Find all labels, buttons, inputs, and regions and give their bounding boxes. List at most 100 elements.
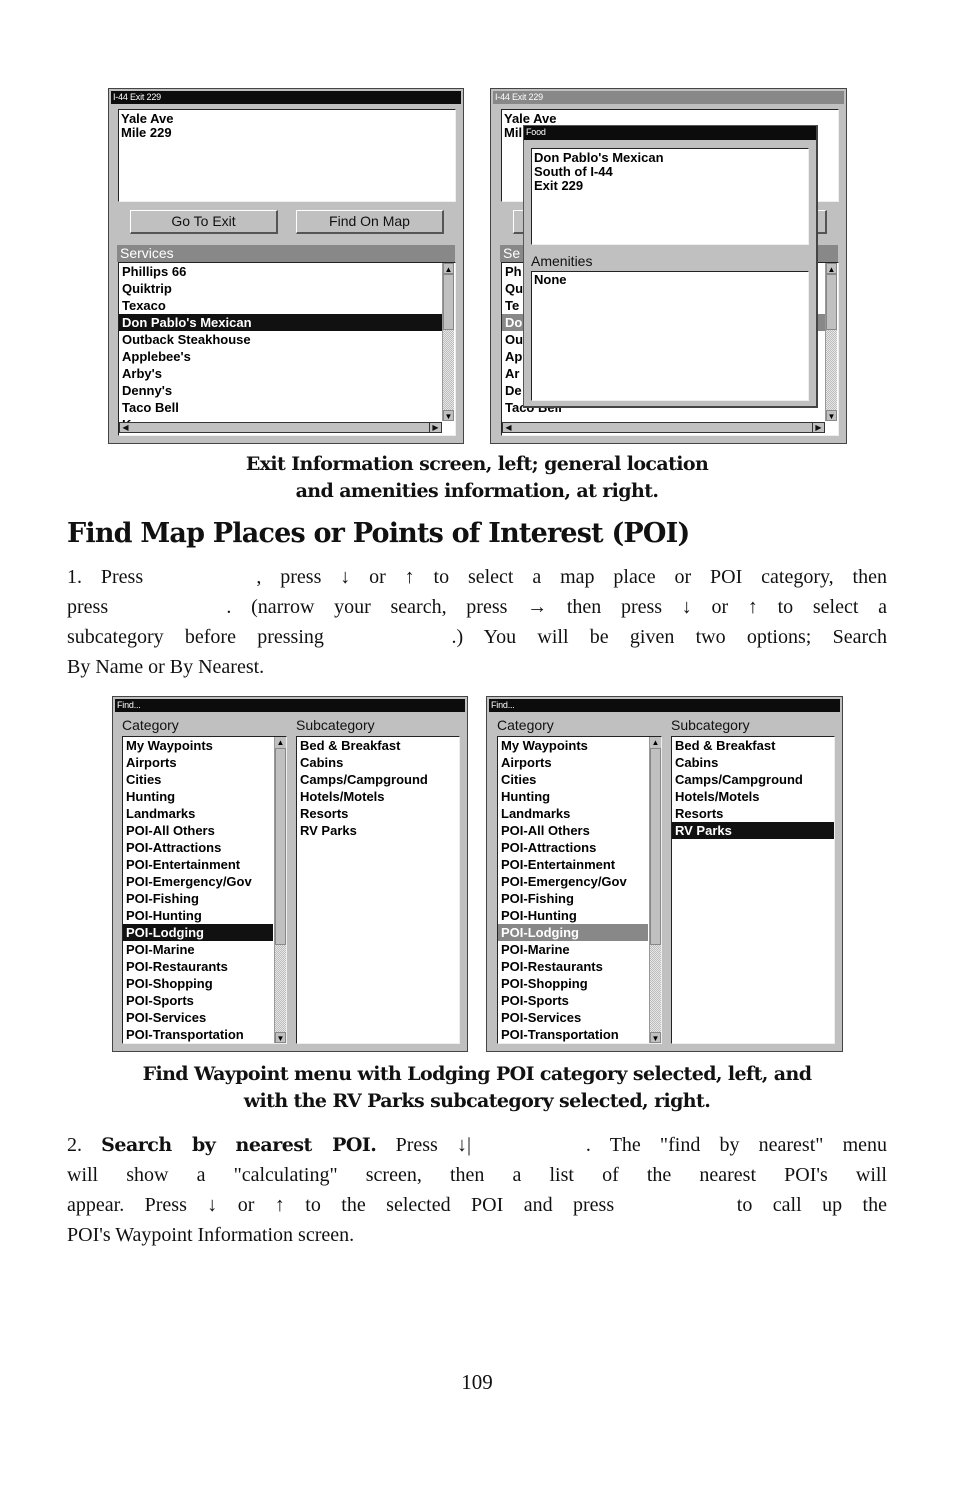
- scroll-down-icon[interactable]: ▼: [650, 1032, 661, 1043]
- caption-line: with the RV Parks subcategory selected, …: [243, 1090, 711, 1112]
- scroll-thumb[interactable]: [443, 274, 454, 330]
- list-item[interactable]: Taco Bell: [119, 399, 443, 416]
- list-item[interactable]: POI-Transportation: [123, 1026, 273, 1043]
- scroll-down-icon[interactable]: ▼: [826, 410, 837, 421]
- list-item[interactable]: Hotels/Motels: [672, 788, 834, 805]
- list-item[interactable]: Camps/Campground: [672, 771, 834, 788]
- scroll-up-icon[interactable]: ▲: [650, 737, 661, 748]
- category-list[interactable]: My Waypoints Airports Cities Hunting Landmar…: [497, 736, 662, 1044]
- window-title: I-44 Exit 229: [493, 91, 844, 104]
- list-item[interactable]: POI-Hunting: [123, 907, 273, 924]
- list-item[interactable]: Applebee's: [119, 348, 443, 365]
- find-screen-left: Find... Category Subcategory My Waypoint…: [112, 696, 468, 1052]
- list-item[interactable]: POI-Services: [123, 1009, 273, 1026]
- go-to-exit-button[interactable]: Go To Exit: [130, 210, 278, 234]
- list-item[interactable]: POI-Fishing: [498, 890, 648, 907]
- list-item[interactable]: My Waypoints: [498, 737, 648, 754]
- list-item[interactable]: Resorts: [672, 805, 834, 822]
- scroll-right-icon[interactable]: ▶: [429, 423, 441, 432]
- step-2-paragraph: 2. Search by nearest POI. Press ↓| . The…: [67, 1130, 887, 1250]
- list-item[interactable]: Denny's: [119, 382, 443, 399]
- scroll-up-icon[interactable]: ▲: [275, 737, 286, 748]
- list-item[interactable]: Cabins: [672, 754, 834, 771]
- list-item[interactable]: Landmarks: [498, 805, 648, 822]
- list-item[interactable]: RV Parks: [297, 822, 459, 839]
- list-item[interactable]: POI-Attractions: [123, 839, 273, 856]
- subcategory-list[interactable]: Bed & Breakfast Cabins Camps/Campground Hot…: [671, 736, 835, 1044]
- list-item[interactable]: POI-Lodging: [123, 924, 273, 941]
- subcategory-list[interactable]: Bed & Breakfast Cabins Camps/Campground Hot…: [296, 736, 460, 1044]
- list-item[interactable]: My Waypoints: [123, 737, 273, 754]
- list-item[interactable]: POI-Marine: [123, 941, 273, 958]
- list-item[interactable]: Hunting: [123, 788, 273, 805]
- list-item[interactable]: Texaco: [119, 297, 443, 314]
- find-on-map-button[interactable]: Find On Map: [296, 210, 444, 234]
- list-item[interactable]: POI-Shopping: [498, 975, 648, 992]
- list-item[interactable]: POI-All Others: [498, 822, 648, 839]
- list-item[interactable]: POI-Hunting: [498, 907, 648, 924]
- info-line: Yale Ave: [504, 111, 557, 126]
- list-item[interactable]: POI-Sports: [123, 992, 273, 1009]
- list-item[interactable]: POI-Lodging: [498, 924, 648, 941]
- list-item[interactable]: POI-Attractions: [498, 839, 648, 856]
- scroll-left-icon[interactable]: ◀: [120, 423, 131, 432]
- scroll-thumb[interactable]: [275, 748, 286, 945]
- list-item[interactable]: Camps/Campground: [297, 771, 459, 788]
- para-line: 1. Press , press ↓ or ↑ to select a map …: [67, 566, 887, 588]
- list-item[interactable]: Phillips 66: [119, 263, 443, 280]
- scroll-thumb[interactable]: [650, 748, 661, 945]
- list-item[interactable]: POI-Entertainment: [498, 856, 648, 873]
- scroll-left-icon[interactable]: ◀: [503, 423, 514, 432]
- list-item[interactable]: POI-Sports: [498, 992, 648, 1009]
- exit-info-screen-right: I-44 Exit 229 Yale Ave Mil Se Ph Qu Te Do Ou…: [490, 88, 847, 444]
- list-item[interactable]: POI-Shopping: [123, 975, 273, 992]
- list-item[interactable]: POI-Fishing: [123, 890, 273, 907]
- horizontal-scrollbar[interactable]: ◀ ▶: [502, 422, 825, 433]
- list-item[interactable]: Cities: [498, 771, 648, 788]
- vertical-scrollbar[interactable]: ▲ ▼: [649, 737, 661, 1043]
- vertical-scrollbar[interactable]: ▲ ▼: [274, 737, 286, 1043]
- list-item[interactable]: Arby's: [119, 365, 443, 382]
- popup-details-box: Don Pablo's Mexican South of I-44 Exit 2…: [531, 148, 809, 245]
- scroll-down-icon[interactable]: ▼: [443, 410, 454, 421]
- list-item[interactable]: POI-Marine: [498, 941, 648, 958]
- list-item[interactable]: Airports: [498, 754, 648, 771]
- list-item[interactable]: Quiktrip: [119, 280, 443, 297]
- para-line: press . (narrow your search, press → the…: [67, 596, 887, 618]
- figure-caption: Exit Information screen, left; general l…: [0, 451, 954, 505]
- category-list[interactable]: My Waypoints Airports Cities Hunting Landmar…: [122, 736, 287, 1044]
- list-item[interactable]: POI-Emergency/Gov: [498, 873, 648, 890]
- list-item[interactable]: Bed & Breakfast: [297, 737, 459, 754]
- horizontal-scrollbar[interactable]: ◀ ▶: [119, 422, 442, 433]
- list-item[interactable]: Airports: [123, 754, 273, 771]
- scroll-thumb[interactable]: [826, 274, 837, 330]
- list-item[interactable]: POI-Transportation: [498, 1026, 648, 1043]
- list-item[interactable]: POI-Restaurants: [123, 958, 273, 975]
- scroll-up-icon[interactable]: ▲: [826, 263, 837, 274]
- list-item[interactable]: Landmarks: [123, 805, 273, 822]
- list-item[interactable]: Hunting: [498, 788, 648, 805]
- list-item[interactable]: POI-Services: [498, 1009, 648, 1026]
- list-item[interactable]: POI-Emergency/Gov: [123, 873, 273, 890]
- list-item[interactable]: Cities: [123, 771, 273, 788]
- list-item[interactable]: POI-Restaurants: [498, 958, 648, 975]
- vertical-scrollbar[interactable]: ▲ ▼: [825, 263, 837, 421]
- list-item[interactable]: Bed & Breakfast: [672, 737, 834, 754]
- list-item[interactable]: Resorts: [297, 805, 459, 822]
- list-item[interactable]: Cabins: [297, 754, 459, 771]
- popup-title: Food: [524, 126, 816, 140]
- para-line: appear. Press ↓ or ↑ to the selected POI…: [67, 1194, 887, 1216]
- list-item[interactable]: Don Pablo's Mexican: [119, 314, 443, 331]
- list-item[interactable]: POI-Entertainment: [123, 856, 273, 873]
- scroll-down-icon[interactable]: ▼: [275, 1032, 286, 1043]
- list-item[interactable]: POI-All Others: [123, 822, 273, 839]
- step-number: 2.: [67, 1134, 102, 1156]
- scroll-up-icon[interactable]: ▲: [443, 263, 454, 274]
- list-item[interactable]: RV Parks: [672, 822, 834, 839]
- scroll-right-icon[interactable]: ▶: [812, 423, 824, 432]
- list-item[interactable]: Outback Steakhouse: [119, 331, 443, 348]
- vertical-scrollbar[interactable]: ▲ ▼: [442, 263, 454, 421]
- detail-line: South of I-44: [534, 164, 613, 179]
- list-item[interactable]: Hotels/Motels: [297, 788, 459, 805]
- services-list[interactable]: Phillips 66 Quiktrip Texaco Don Pablo's Mex…: [118, 262, 456, 436]
